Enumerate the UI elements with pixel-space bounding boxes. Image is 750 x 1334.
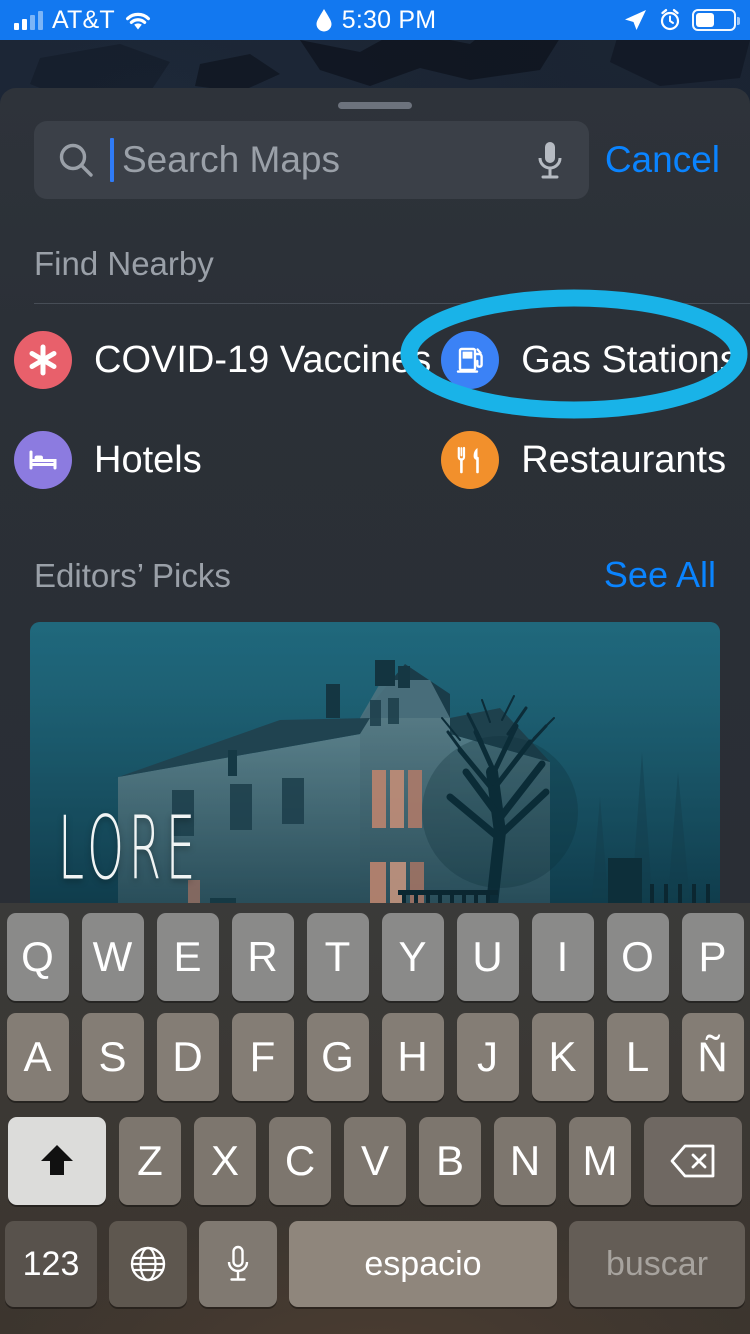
text-cursor <box>110 138 114 182</box>
status-bar-right <box>622 7 740 33</box>
key-v[interactable]: V <box>344 1117 406 1205</box>
nearby-item-covid-19-vaccines[interactable]: COVID-19 Vaccines <box>0 310 431 410</box>
dictation-key[interactable] <box>199 1221 277 1307</box>
key-d[interactable]: D <box>156 1013 219 1101</box>
wifi-icon <box>125 12 150 29</box>
nearby-item-label: Hotels <box>94 438 202 481</box>
shift-arrow-icon <box>41 1145 73 1175</box>
keyboard-row-1: Q W E R T Y U I O P <box>0 903 750 1001</box>
nearby-item-label: Restaurants <box>521 438 727 481</box>
keyboard-row-2: A S D F G H J K L Ñ <box>0 1001 750 1105</box>
key-t[interactable]: T <box>306 913 369 1001</box>
globe-key[interactable] <box>109 1221 187 1307</box>
gas-pump-icon <box>441 331 500 389</box>
editors-pick-card[interactable]: LORE <box>30 622 720 922</box>
space-key[interactable]: espacio <box>289 1221 557 1307</box>
editors-picks-header: Editors’ Picks See All <box>0 510 750 596</box>
delete-left-icon <box>670 1144 715 1178</box>
key-q[interactable]: Q <box>6 913 69 1001</box>
editors-picks-title: Editors’ Picks <box>34 557 231 594</box>
key-x[interactable]: X <box>194 1117 256 1205</box>
key-i[interactable]: I <box>531 913 594 1001</box>
key-f[interactable]: F <box>231 1013 294 1101</box>
nearby-item-restaurants[interactable]: Restaurants <box>431 410 750 510</box>
key-w[interactable]: W <box>81 913 144 1001</box>
keyboard-row-3: Z X C V B N M <box>0 1105 750 1209</box>
key-e[interactable]: E <box>156 913 219 1001</box>
globe-icon <box>130 1246 166 1282</box>
find-nearby-grid: COVID-19 Vaccines Gas Stations Hotels Re… <box>0 310 750 510</box>
nearby-item-label: COVID-19 Vaccines <box>94 338 432 381</box>
search-input[interactable]: Search Maps <box>34 121 589 199</box>
battery-icon <box>692 9 740 31</box>
onscreen-keyboard: Q W E R T Y U I O P A S D F G H J K L Ñ … <box>0 903 750 1334</box>
search-placeholder: Search Maps <box>122 139 340 180</box>
nearby-item-hotels[interactable]: Hotels <box>0 410 431 510</box>
status-bar-left: AT&T <box>14 6 152 35</box>
key-r[interactable]: R <box>231 913 294 1001</box>
shift-key[interactable] <box>8 1117 106 1205</box>
key-h[interactable]: H <box>381 1013 444 1101</box>
key-p[interactable]: P <box>681 913 744 1001</box>
backspace-key[interactable] <box>644 1117 742 1205</box>
status-bar: AT&T 5:30 PM <box>0 0 750 40</box>
search-row: Search Maps Cancel <box>0 109 750 199</box>
key-l[interactable]: L <box>606 1013 669 1101</box>
alarm-clock-icon <box>660 9 680 31</box>
microphone-icon[interactable] <box>533 137 567 183</box>
key-k[interactable]: K <box>531 1013 594 1101</box>
sheet-grabber-handle[interactable] <box>338 102 412 109</box>
asterisk-icon <box>14 331 72 389</box>
bed-icon <box>14 431 72 489</box>
key-c[interactable]: C <box>269 1117 331 1205</box>
key-o[interactable]: O <box>606 913 669 1001</box>
key-s[interactable]: S <box>81 1013 144 1101</box>
search-sheet: Search Maps Cancel Find Nearby COVID-19 … <box>0 88 750 922</box>
key-m[interactable]: M <box>569 1117 631 1205</box>
key-n[interactable]: N <box>494 1117 556 1205</box>
numbers-key[interactable]: 123 <box>5 1221 97 1307</box>
cellular-bars-icon <box>14 10 43 30</box>
key-b[interactable]: B <box>419 1117 481 1205</box>
see-all-link[interactable]: See All <box>604 554 716 596</box>
search-icon <box>59 143 93 177</box>
section-divider <box>34 303 750 304</box>
navigation-active-icon <box>316 9 332 32</box>
nearby-item-label: Gas Stations <box>521 338 739 381</box>
key-enye[interactable]: Ñ <box>681 1013 744 1101</box>
key-z[interactable]: Z <box>119 1117 181 1205</box>
search-return-key[interactable]: buscar <box>569 1221 745 1307</box>
location-arrow-icon <box>625 10 646 30</box>
key-g[interactable]: G <box>306 1013 369 1101</box>
clock-label: 5:30 PM <box>341 5 437 34</box>
key-u[interactable]: U <box>456 913 519 1001</box>
find-nearby-title: Find Nearby <box>34 245 214 282</box>
nearby-item-gas-stations[interactable]: Gas Stations <box>431 310 750 410</box>
key-y[interactable]: Y <box>381 913 444 1001</box>
key-a[interactable]: A <box>6 1013 69 1101</box>
keyboard-row-4: 123 espacio buscar <box>0 1209 750 1309</box>
microphone-icon <box>227 1245 249 1281</box>
fork-knife-icon <box>441 431 500 489</box>
carrier-label: AT&T <box>52 5 115 34</box>
pick-card-title: LORE <box>58 798 201 901</box>
key-j[interactable]: J <box>456 1013 519 1101</box>
cancel-button[interactable]: Cancel <box>605 139 726 181</box>
